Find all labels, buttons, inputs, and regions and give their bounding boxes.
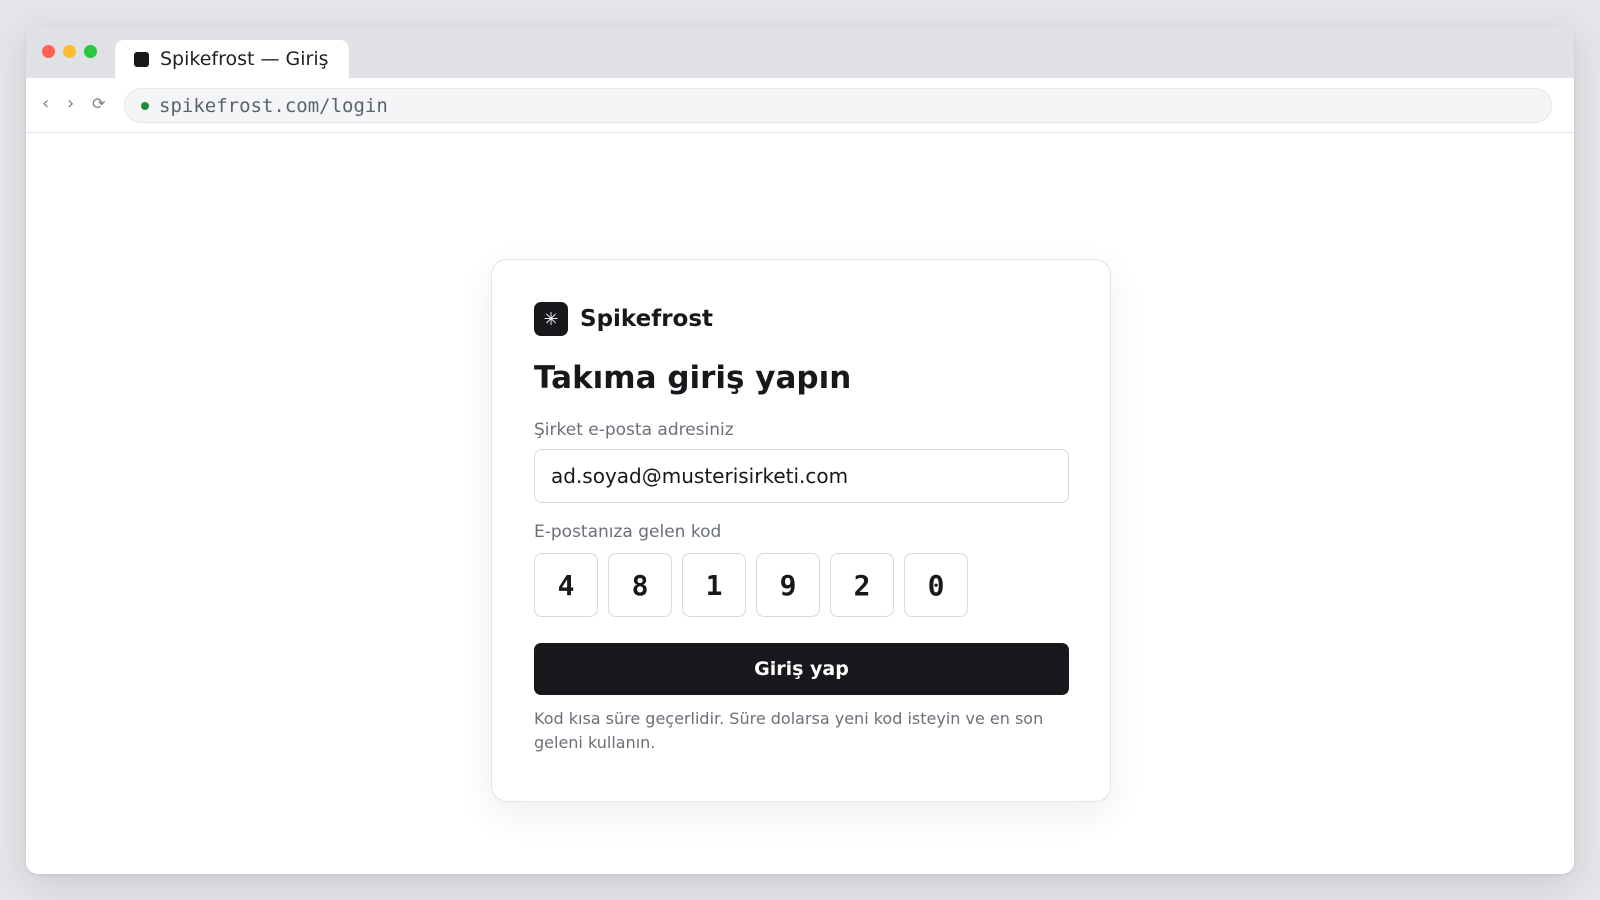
- page-content: ✳ Spikefrost Takıma giriş yapın Şirket e…: [26, 134, 1574, 874]
- code-digit-input[interactable]: [682, 553, 746, 617]
- code-validity-hint: Kod kısa süre geçerlidir. Süre dolarsa y…: [534, 709, 1044, 752]
- email-label: Şirket e-posta adresiniz: [534, 420, 734, 440]
- minimize-window-button[interactable]: [63, 45, 76, 58]
- login-card: ✳ Spikefrost Takıma giriş yapın Şirket e…: [491, 259, 1111, 802]
- url-text: spikefrost.com/login: [159, 94, 388, 117]
- code-digit-input[interactable]: [534, 553, 598, 617]
- maximize-window-button[interactable]: [84, 45, 97, 58]
- favicon-icon: [134, 51, 149, 67]
- secure-connection-icon: [141, 101, 149, 110]
- code-label: E-postanıza gelen kod: [534, 522, 722, 542]
- brand-logo-icon: ✳: [534, 302, 568, 336]
- title-bar: Spikefrost — Giriş: [26, 26, 1574, 78]
- close-window-button[interactable]: [42, 45, 55, 58]
- code-digit-input[interactable]: [830, 553, 894, 617]
- email-field[interactable]: [534, 449, 1069, 503]
- code-digit-input[interactable]: [904, 553, 968, 617]
- brand-name: Spikefrost: [580, 306, 714, 332]
- brand: ✳ Spikefrost: [534, 302, 713, 336]
- verification-code-inputs: [534, 553, 978, 617]
- reload-icon[interactable]: ⟳: [92, 93, 105, 115]
- browser-toolbar: ‹ › ⟳ spikefrost.com/login: [26, 78, 1574, 133]
- login-button[interactable]: Giriş yap: [534, 643, 1069, 695]
- code-digit-input[interactable]: [608, 553, 672, 617]
- browser-window: Spikefrost — Giriş ‹ › ⟳ spikefrost.com/…: [26, 26, 1574, 874]
- back-icon[interactable]: ‹: [42, 93, 49, 115]
- browser-tab[interactable]: Spikefrost — Giriş: [115, 40, 349, 78]
- address-bar[interactable]: spikefrost.com/login: [124, 88, 1552, 123]
- tab-title: Spikefrost — Giriş: [160, 48, 329, 70]
- page-title: Takıma giriş yapın: [534, 360, 852, 396]
- forward-icon[interactable]: ›: [67, 93, 74, 115]
- code-digit-input[interactable]: [756, 553, 820, 617]
